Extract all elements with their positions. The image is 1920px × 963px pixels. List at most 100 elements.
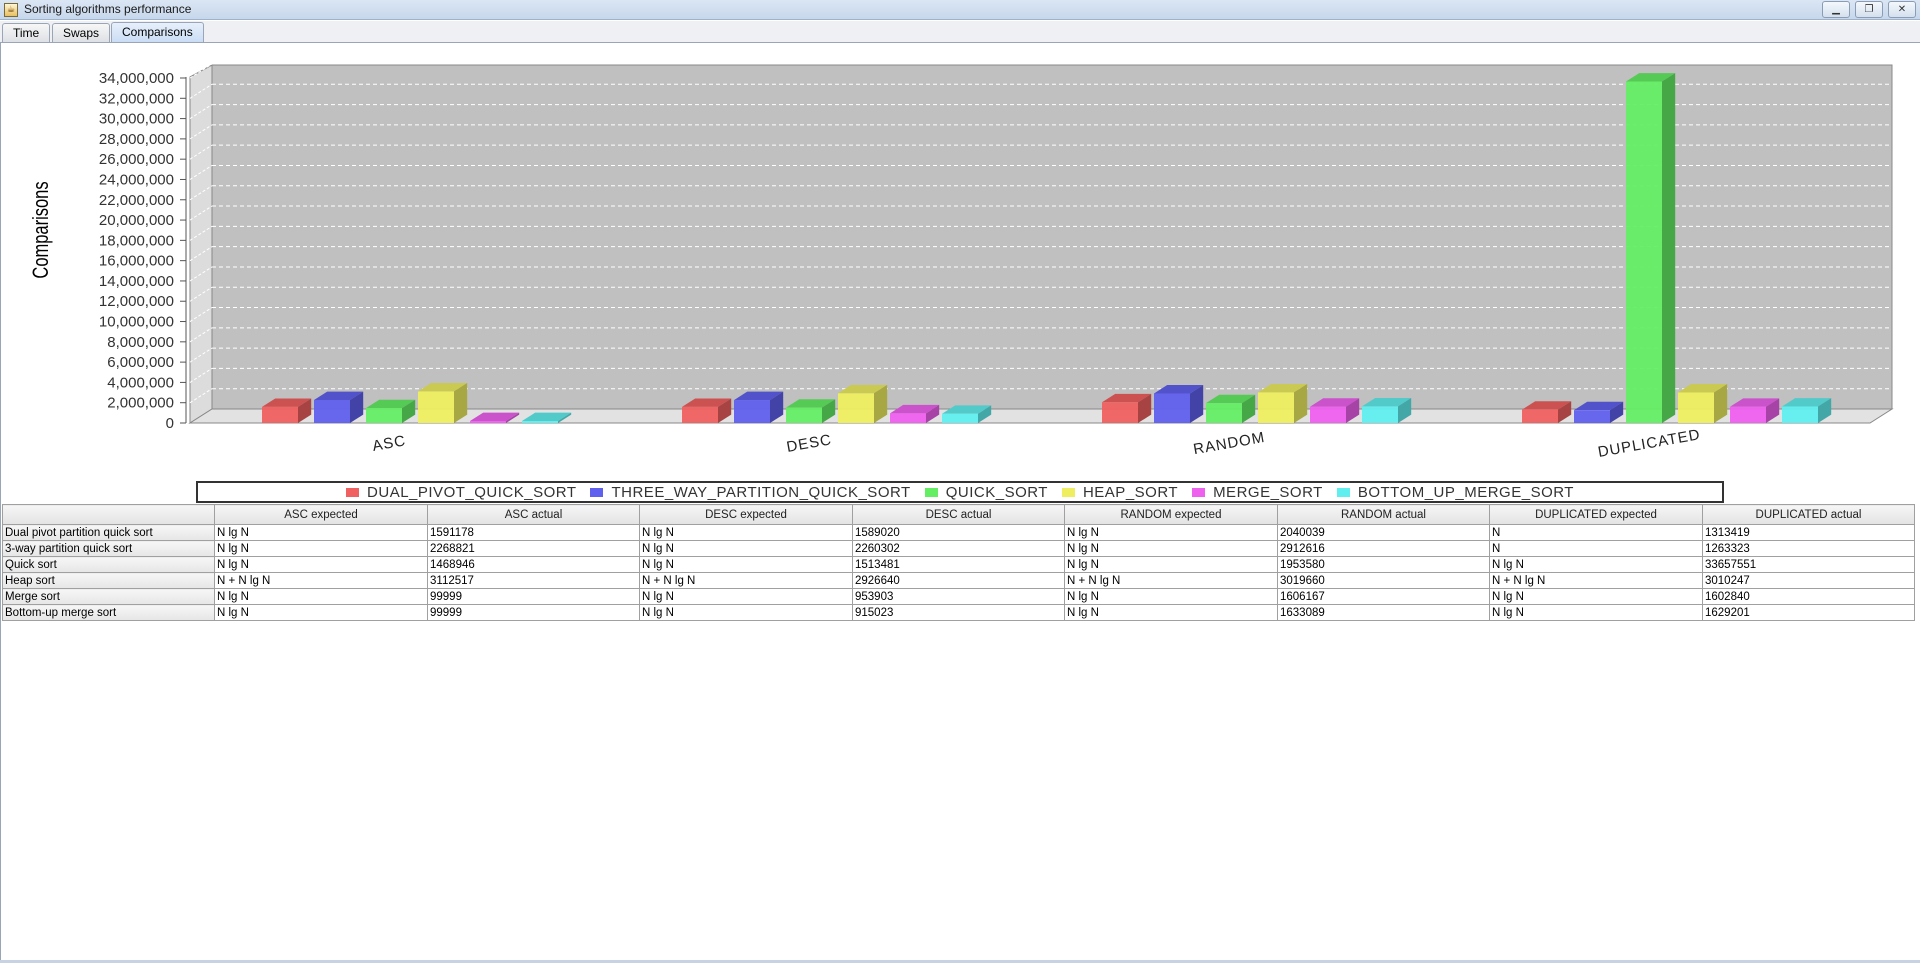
table-row[interactable]: Quick sort N lg N 1468946 N lg N 1513481 N lg… xyxy=(2,556,1915,573)
window-title: Sorting algorithms performance xyxy=(24,2,192,16)
table-row[interactable]: Dual pivot partition quick sort N lg N 159… xyxy=(2,524,1915,541)
bar-front-face xyxy=(314,399,350,423)
tab-swaps[interactable]: Swaps xyxy=(52,23,111,43)
table-cell[interactable]: 99999 xyxy=(427,588,640,605)
table-row[interactable]: Bottom-up merge sort N lg N 99999 N lg N 915… xyxy=(2,604,1915,621)
table-header-cell[interactable]: DESC actual xyxy=(852,504,1065,525)
table-cell[interactable]: N lg N xyxy=(639,604,853,621)
table-cell[interactable]: N + N lg N xyxy=(639,572,853,589)
table-cell[interactable]: N lg N xyxy=(1489,588,1703,605)
table-cell[interactable]: 1591178 xyxy=(427,524,640,541)
table-cell[interactable]: 99999 xyxy=(427,604,640,621)
bar xyxy=(734,391,784,423)
x-category-label: RANDOM xyxy=(1192,429,1267,458)
table-cell[interactable]: 1263323 xyxy=(1702,540,1915,557)
table-cell[interactable]: N lg N xyxy=(639,540,853,557)
table-cell[interactable]: 3010247 xyxy=(1702,572,1915,589)
java-app-icon: ☕ xyxy=(4,3,18,17)
table-header-cell[interactable]: ASC actual xyxy=(427,504,640,525)
table-cell[interactable]: 2040039 xyxy=(1277,524,1490,541)
table-row[interactable]: 3-way partition quick sort N lg N 2268821 N… xyxy=(2,540,1915,557)
table-cell[interactable]: N xyxy=(1489,540,1703,557)
table-cell[interactable]: N lg N xyxy=(1064,588,1278,605)
tab-comparisons[interactable]: Comparisons xyxy=(111,22,204,43)
table-header-cell[interactable]: RANDOM expected xyxy=(1064,504,1278,525)
y-tick-label: 26,000,000 xyxy=(99,151,174,168)
table-row-header[interactable]: Bottom-up merge sort xyxy=(2,604,215,621)
table-row-header[interactable]: Dual pivot partition quick sort xyxy=(2,524,215,541)
table-cell[interactable]: N + N lg N xyxy=(1064,572,1278,589)
table-header-cell[interactable]: DESC expected xyxy=(639,504,853,525)
y-tick-label: 22,000,000 xyxy=(99,192,174,209)
table-cell[interactable]: 1589020 xyxy=(852,524,1065,541)
minimize-button[interactable]: ▁ xyxy=(1822,1,1850,18)
bar-front-face xyxy=(1154,393,1190,423)
y-tick-label: 0 xyxy=(166,415,174,432)
table-header-cell[interactable]: RANDOM actual xyxy=(1277,504,1490,525)
table-row-header[interactable]: Merge sort xyxy=(2,588,215,605)
table-cell[interactable]: 33657551 xyxy=(1702,556,1915,573)
y-tick-label: 28,000,000 xyxy=(99,131,174,148)
table-cell[interactable]: 1629201 xyxy=(1702,604,1915,621)
table-cell[interactable]: 1633089 xyxy=(1277,604,1490,621)
table-cell[interactable]: 2268821 xyxy=(427,540,640,557)
legend-item: MERGE_SORT xyxy=(1192,484,1323,501)
x-category-label: ASC xyxy=(371,432,407,455)
table-cell[interactable]: 915023 xyxy=(852,604,1065,621)
table-cell[interactable]: N + N lg N xyxy=(214,572,428,589)
bar-front-face xyxy=(1626,81,1662,423)
table-cell[interactable]: 1953580 xyxy=(1277,556,1490,573)
table-cell[interactable]: N lg N xyxy=(1064,524,1278,541)
table-cell[interactable]: N lg N xyxy=(1064,540,1278,557)
table-cell[interactable]: N lg N xyxy=(1489,556,1703,573)
close-button[interactable]: ✕ xyxy=(1888,1,1916,18)
table-cell[interactable]: N lg N xyxy=(1489,604,1703,621)
table-cell[interactable]: 3019660 xyxy=(1277,572,1490,589)
table-cell[interactable]: 1602840 xyxy=(1702,588,1915,605)
table-cell[interactable]: 1468946 xyxy=(427,556,640,573)
y-axis-label: Comparisons xyxy=(29,181,54,278)
table-cell[interactable]: N lg N xyxy=(639,524,853,541)
table-cell[interactable]: N lg N xyxy=(639,556,853,573)
table-header-cell[interactable]: ASC expected xyxy=(214,504,428,525)
table-cell[interactable]: 2260302 xyxy=(852,540,1065,557)
table-header-cell[interactable]: DUPLICATED actual xyxy=(1702,504,1915,525)
table-cell[interactable]: N lg N xyxy=(639,588,853,605)
table-cell[interactable]: N lg N xyxy=(1064,556,1278,573)
y-tick-label: 6,000,000 xyxy=(107,354,174,371)
bar xyxy=(838,384,888,423)
table-cell[interactable]: 953903 xyxy=(852,588,1065,605)
table-cell[interactable]: 2912616 xyxy=(1277,540,1490,557)
table-row-header[interactable]: Heap sort xyxy=(2,572,215,589)
table-row-header[interactable]: Quick sort xyxy=(2,556,215,573)
maximize-button[interactable]: ❐ xyxy=(1855,1,1883,18)
close-icon: ✕ xyxy=(1897,4,1907,15)
table-header-corner[interactable] xyxy=(2,504,215,525)
table-cell[interactable]: N lg N xyxy=(214,556,428,573)
table-row-header[interactable]: 3-way partition quick sort xyxy=(2,540,215,557)
table-header-cell[interactable]: DUPLICATED expected xyxy=(1489,504,1703,525)
tab-time[interactable]: Time xyxy=(2,23,51,43)
table-cell[interactable]: N lg N xyxy=(214,524,428,541)
table-row[interactable]: Merge sort N lg N 99999 N lg N 953903 N lg N1… xyxy=(2,588,1915,605)
legend-item: QUICK_SORT xyxy=(924,484,1048,501)
table-cell[interactable]: N lg N xyxy=(1064,604,1278,621)
minimize-icon: ▁ xyxy=(1832,4,1840,15)
legend-swatch xyxy=(346,487,360,497)
bar-front-face xyxy=(1206,403,1242,423)
bar-front-face xyxy=(1574,410,1610,423)
bar-front-face xyxy=(890,413,926,423)
bar xyxy=(418,383,468,423)
table-cell[interactable]: 1513481 xyxy=(852,556,1065,573)
table-cell[interactable]: N + N lg N xyxy=(1489,572,1703,589)
table-cell[interactable]: N lg N xyxy=(214,604,428,621)
table-cell[interactable]: 1313419 xyxy=(1702,524,1915,541)
table-cell[interactable]: 2926640 xyxy=(852,572,1065,589)
table-row[interactable]: Heap sort N + N lg N 3112517 N + N lg N 2926… xyxy=(2,572,1915,589)
table-cell[interactable]: N xyxy=(1489,524,1703,541)
table-cell[interactable]: N lg N xyxy=(214,540,428,557)
legend-label: HEAP_SORT xyxy=(1082,483,1179,501)
table-cell[interactable]: 1606167 xyxy=(1277,588,1490,605)
table-cell[interactable]: 3112517 xyxy=(427,572,640,589)
table-cell[interactable]: N lg N xyxy=(214,588,428,605)
